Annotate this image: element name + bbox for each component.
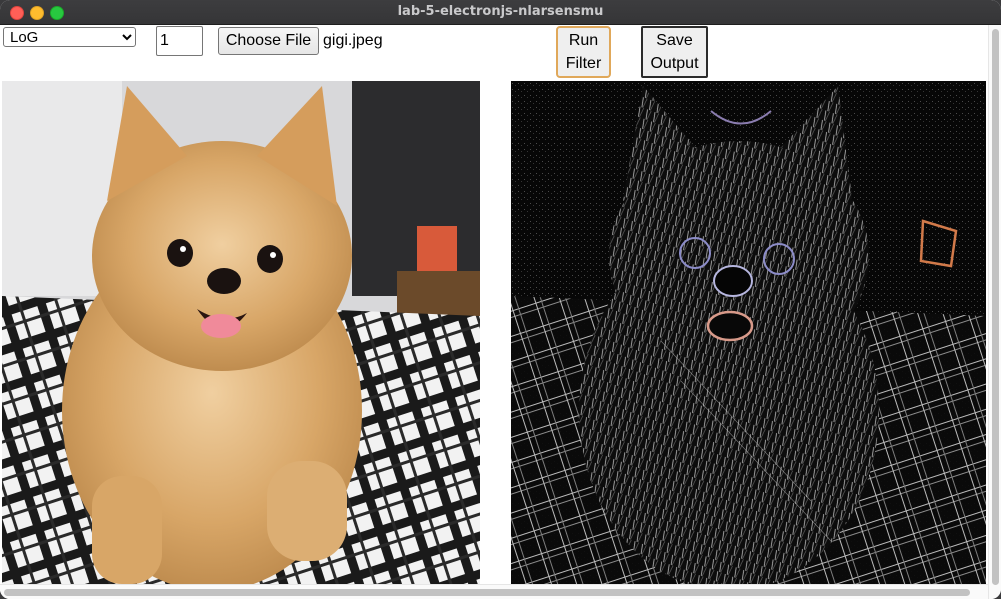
output-image-canvas [511, 81, 986, 584]
filtered-output-image [511, 81, 986, 584]
vertical-scroll-thumb[interactable] [992, 29, 999, 585]
file-name-label: gigi.jpeg [323, 32, 383, 49]
horizontal-scrollbar[interactable] [0, 584, 988, 599]
horizontal-scroll-thumb[interactable] [4, 589, 970, 596]
run-label-line2: Filter [565, 55, 602, 72]
input-image-canvas [2, 81, 480, 584]
dog-photo-image [2, 81, 480, 584]
save-output-button[interactable]: Save Output [641, 26, 708, 78]
save-label-line1: Save [656, 32, 693, 49]
vertical-scrollbar[interactable] [988, 25, 1001, 599]
app-window: lab-5-electronjs-nlarsensmu LoG Choose F… [0, 0, 1001, 599]
kernel-size-input[interactable] [156, 26, 203, 56]
filter-select[interactable]: LoG [3, 27, 136, 47]
app-content: LoG Choose File gigi.jpeg Run Filter Save… [0, 25, 988, 599]
choose-file-button[interactable]: Choose File [218, 27, 319, 55]
run-filter-button[interactable]: Run Filter [556, 26, 611, 78]
window-title: lab-5-electronjs-nlarsensmu [397, 4, 604, 19]
run-label-line1: Run [568, 32, 599, 49]
title-bar: lab-5-electronjs-nlarsensmu [0, 0, 1001, 25]
save-label-line2: Output [650, 55, 699, 72]
